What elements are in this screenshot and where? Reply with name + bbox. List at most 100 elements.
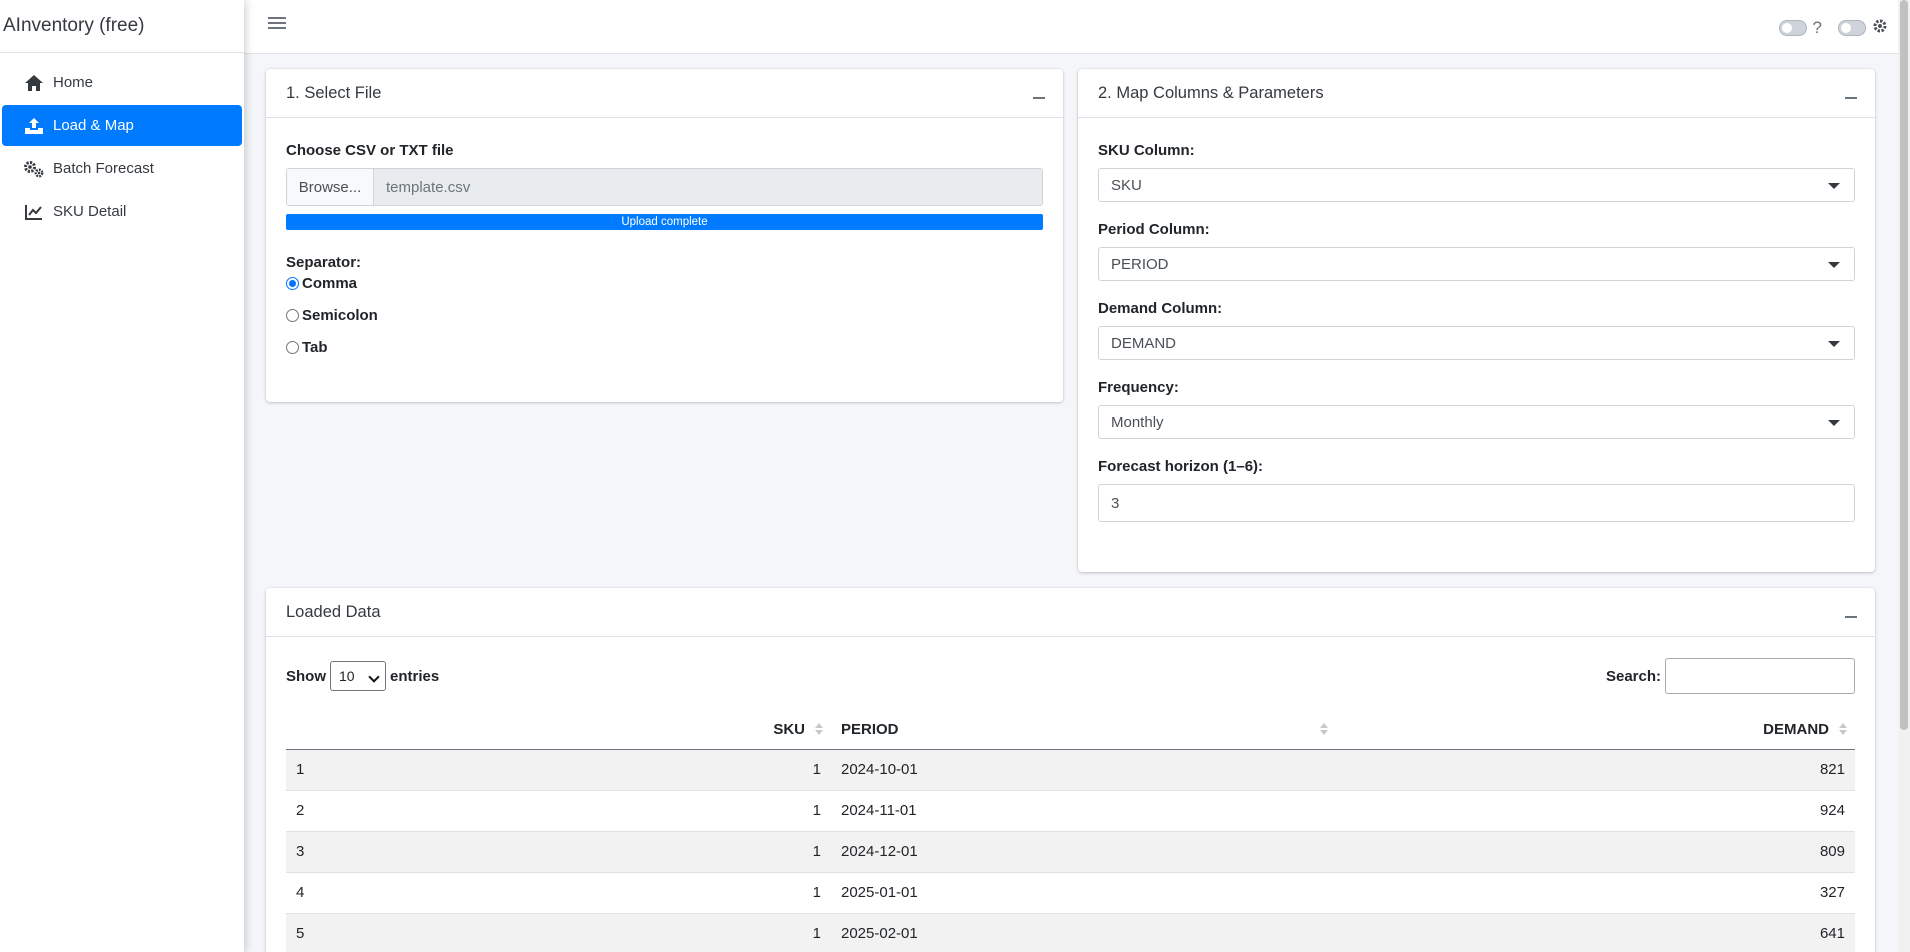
upload-icon [22,116,46,136]
radio-button[interactable] [286,308,299,322]
column-header-label: DEMAND [1763,720,1829,738]
table-row[interactable]: 5 1 2025-02-01 641 [286,912,1855,952]
page-length-select[interactable]: 10 [330,661,386,691]
horizon-input[interactable]: 3 [1098,484,1855,522]
select-value: SKU [1111,176,1142,194]
card-header: Loaded Data [266,588,1875,637]
separator-option-semicolon[interactable]: Semicolon [286,299,1043,331]
sort-icon [1320,723,1328,737]
select-file-card: 1. Select File Choose CSV or TXT file Br… [266,69,1063,402]
cell-sku: 1 [356,871,831,913]
period-column-label: Period Column: [1098,221,1210,238]
entries-label: entries [390,667,440,685]
gear-icon[interactable] [1872,18,1888,38]
hamburger-menu-icon[interactable] [268,14,286,32]
cell-sku: 1 [356,830,831,872]
cell-index: 2 [286,789,356,831]
cell-period: 2024-10-01 [831,748,1336,790]
sidebar-item-sku-detail[interactable]: SKU Detail [2,191,242,232]
help-icon[interactable]: ? [1813,18,1822,38]
table-row[interactable]: 2 1 2024-11-01 924 [286,789,1855,831]
card-body: Show 10 entries Search: SKU PERIOD DEMAN… [266,637,1875,952]
demand-column-select[interactable]: DEMAND [1098,326,1855,360]
browse-button[interactable]: Browse... [287,169,374,205]
column-header-label: PERIOD [841,720,899,738]
loaded-data-card: Loaded Data Show 10 entries Search: SKU … [266,588,1875,952]
card-body: SKU Column: SKU Period Column: PERIOD De… [1078,118,1875,565]
search-label: Search: [1605,667,1661,685]
radio-button[interactable] [286,276,299,290]
table-row[interactable]: 1 1 2024-10-01 821 [286,748,1855,790]
demand-column-label: Demand Column: [1098,300,1223,317]
search-input[interactable] [1665,658,1855,694]
cell-index: 1 [286,748,356,790]
scrollbar-thumb[interactable] [1900,0,1908,730]
sidebar: AInventory (free) Home Load & Map Batch … [0,0,244,952]
data-table: SKU PERIOD DEMAND 1 1 2024-10-01 821 2 1… [286,710,1855,952]
cell-demand: 821 [1336,748,1855,790]
sidebar-item-label: Home [53,74,94,91]
column-header-demand[interactable]: DEMAND [1336,710,1855,750]
period-column-select[interactable]: PERIOD [1098,247,1855,281]
cell-sku: 1 [356,912,831,952]
sidebar-item-label: Batch Forecast [53,160,154,177]
card-body: Choose CSV or TXT file Browse... templat… [266,118,1063,387]
card-title: 2. Map Columns & Parameters [1098,83,1324,102]
table-row[interactable]: 4 1 2025-01-01 327 [286,871,1855,913]
column-header-sku[interactable]: SKU [356,710,831,750]
sort-icon [815,723,823,737]
frequency-select[interactable]: Monthly [1098,405,1855,439]
card-header: 2. Map Columns & Parameters [1078,69,1875,118]
cell-demand: 641 [1336,912,1855,952]
select-value: Monthly [1111,413,1164,431]
collapse-icon[interactable] [1033,87,1045,99]
sidebar-item-batch-forecast[interactable]: Batch Forecast [2,148,242,189]
cell-index: 5 [286,912,356,952]
cell-demand: 327 [1336,871,1855,913]
help-toggle[interactable] [1778,20,1807,36]
radio-label: Semicolon [302,306,378,324]
horizon-group: Forecast horizon (1–6): 3 [1098,458,1855,522]
sku-column-group: SKU Column: SKU [1098,142,1855,202]
frequency-group: Frequency: Monthly [1098,379,1855,439]
separator-option-comma[interactable]: Comma [286,267,1043,299]
column-header-period[interactable]: PERIOD [831,710,1336,750]
top-navbar: ? [244,0,1898,54]
upload-progress: Upload complete [286,214,1043,230]
app-brand[interactable]: AInventory (free) [0,0,244,53]
card-title: Loaded Data [286,602,381,621]
collapse-icon[interactable] [1845,606,1857,618]
select-value: PERIOD [1111,255,1169,273]
file-input[interactable]: Browse... template.csv [286,168,1043,206]
gears-icon [22,159,46,179]
collapse-icon[interactable] [1845,87,1857,99]
radio-button[interactable] [286,340,299,354]
cell-demand: 809 [1336,830,1855,872]
file-label: Choose CSV or TXT file [286,142,454,159]
caret-down-icon [1828,420,1840,426]
show-label: Show [286,667,326,685]
cell-index: 4 [286,871,356,913]
separator-option-tab[interactable]: Tab [286,331,1043,363]
page-scrollbar[interactable] [1898,0,1910,952]
cell-period: 2024-12-01 [831,830,1336,872]
cell-period: 2024-11-01 [831,789,1336,831]
sku-column-select[interactable]: SKU [1098,168,1855,202]
card-header: 1. Select File [266,69,1063,118]
cell-sku: 1 [356,789,831,831]
line-chart-icon [22,202,46,222]
period-column-group: Period Column: PERIOD [1098,221,1855,281]
sidebar-item-load-map[interactable]: Load & Map [2,105,242,146]
radio-label: Tab [302,338,328,356]
radio-label: Comma [302,274,358,292]
cell-period: 2025-01-01 [831,871,1336,913]
caret-down-icon [1828,341,1840,347]
table-search: Search: [1606,658,1855,694]
cell-period: 2025-02-01 [831,912,1336,952]
dark-mode-toggle[interactable] [1838,20,1866,36]
demand-column-group: Demand Column: DEMAND [1098,300,1855,360]
sidebar-item-home[interactable]: Home [2,62,242,103]
caret-down-icon [1828,183,1840,189]
table-row[interactable]: 3 1 2024-12-01 809 [286,830,1855,872]
sort-icon [1839,723,1847,737]
